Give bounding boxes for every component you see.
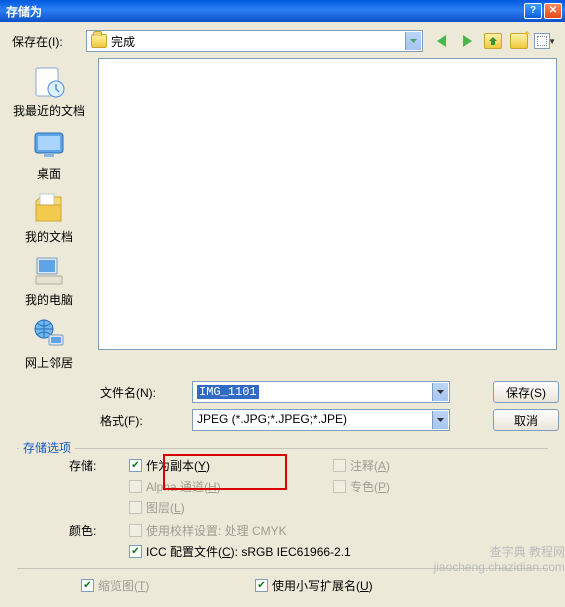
location-row: 保存在(I): 完成 ▼ — [0, 22, 565, 58]
desktop-icon — [31, 127, 67, 163]
save-button[interactable]: 保存(S) — [493, 381, 559, 403]
cancel-button[interactable]: 取消 — [493, 409, 559, 431]
save-options: 存储选项 存储: ✔ 作为副本(Y) 注释(A) Alpha 通道(H) 专色(… — [8, 447, 557, 607]
as-copy-checkbox[interactable]: ✔ — [129, 459, 142, 472]
as-copy-label: 作为副本(Y) — [146, 457, 210, 474]
proof-checkbox — [129, 524, 142, 537]
nav-icons: ▼ — [429, 30, 557, 52]
help-button[interactable]: ? — [524, 3, 542, 19]
documents-icon — [31, 190, 67, 226]
folder-icon — [91, 34, 107, 48]
location-label: 保存在(I): — [8, 33, 80, 50]
proof-label: 使用校样设置: 处理 CMYK — [146, 522, 287, 539]
computer-icon — [31, 253, 67, 289]
chevron-down-icon[interactable] — [432, 411, 448, 429]
new-folder-icon — [510, 33, 528, 49]
arrow-left-icon — [437, 35, 446, 47]
alpha-label: Alpha 通道(H) — [146, 478, 221, 495]
chevron-down-icon[interactable] — [432, 383, 448, 401]
forward-button[interactable] — [455, 30, 479, 52]
thumbnail-checkbox[interactable]: ✔ — [81, 579, 94, 592]
divider — [17, 568, 548, 569]
icc-label: ICC 配置文件(C): sRGB IEC61966-2.1 — [146, 543, 351, 560]
place-desktop[interactable]: 桌面 — [10, 125, 88, 184]
filename-value: IMG_1101 — [197, 385, 259, 399]
view-icon — [534, 33, 550, 49]
annotations-label: 注释(A) — [350, 457, 390, 474]
format-label: 格式(F): — [100, 412, 186, 429]
recent-docs-icon — [31, 64, 67, 100]
lowercase-label: 使用小写扩展名(U) — [272, 577, 373, 594]
filename-label: 文件名(N): — [100, 384, 186, 401]
options-title: 存储选项 — [19, 439, 75, 456]
network-icon — [31, 316, 67, 352]
chevron-down-icon[interactable] — [405, 32, 421, 50]
file-list[interactable] — [98, 58, 557, 350]
annotations-checkbox — [333, 459, 346, 472]
thumbnail-label: 缩览图(T) — [98, 577, 149, 594]
filename-input[interactable]: IMG_1101 — [192, 381, 450, 403]
layers-label: 图层(L) — [146, 499, 185, 516]
place-network[interactable]: 网上邻居 — [10, 314, 88, 373]
place-label: 我最近的文档 — [13, 102, 85, 119]
place-mycomputer[interactable]: 我的电脑 — [10, 251, 88, 310]
places-bar: 我最近的文档 桌面 我的文档 我的电脑 网上邻居 — [8, 58, 90, 373]
up-button[interactable] — [481, 30, 505, 52]
title-bar: 存储为 ? ✕ — [0, 0, 565, 22]
new-folder-button[interactable] — [507, 30, 531, 52]
place-label: 我的文档 — [25, 228, 73, 245]
color-label: 颜色: — [69, 522, 125, 539]
arrow-right-icon — [463, 35, 472, 47]
place-label: 我的电脑 — [25, 291, 73, 308]
divider — [17, 448, 548, 449]
location-value: 完成 — [111, 33, 135, 50]
close-button[interactable]: ✕ — [544, 3, 562, 19]
layers-checkbox — [129, 501, 142, 514]
up-folder-icon — [484, 33, 502, 49]
place-mydocs[interactable]: 我的文档 — [10, 188, 88, 247]
format-select[interactable]: JPEG (*.JPG;*.JPEG;*.JPE) — [192, 409, 450, 431]
place-recent[interactable]: 我最近的文档 — [10, 62, 88, 121]
icc-checkbox[interactable]: ✔ — [129, 545, 142, 558]
back-button[interactable] — [429, 30, 453, 52]
window-title: 存储为 — [6, 3, 522, 20]
view-button[interactable]: ▼ — [533, 30, 557, 52]
alpha-checkbox — [129, 480, 142, 493]
place-label: 桌面 — [37, 165, 61, 182]
storage-label: 存储: — [69, 457, 125, 474]
location-combo[interactable]: 完成 — [86, 30, 423, 52]
spot-checkbox — [333, 480, 346, 493]
format-value: JPEG (*.JPG;*.JPEG;*.JPE) — [197, 412, 347, 426]
spot-label: 专色(P) — [350, 478, 390, 495]
place-label: 网上邻居 — [25, 354, 73, 371]
lowercase-checkbox[interactable]: ✔ — [255, 579, 268, 592]
